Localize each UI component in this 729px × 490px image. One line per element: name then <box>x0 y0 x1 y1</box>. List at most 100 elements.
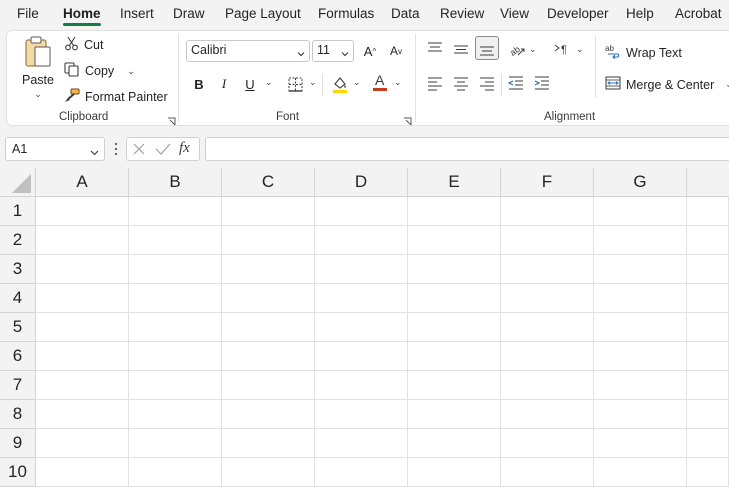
grid-cell[interactable] <box>687 255 729 284</box>
tab-draw[interactable]: Draw <box>173 6 205 21</box>
grid-cell[interactable] <box>315 197 408 226</box>
grid-cell[interactable] <box>408 284 501 313</box>
decrease-indent-icon[interactable] <box>507 74 525 92</box>
more-options-icon[interactable] <box>113 141 119 157</box>
tab-acrobat[interactable]: Acrobat <box>675 6 722 21</box>
row-header-3[interactable]: 3 <box>0 255 36 284</box>
tab-page-layout[interactable]: Page Layout <box>225 6 301 21</box>
grid-cell[interactable] <box>36 284 129 313</box>
grid-cell[interactable] <box>36 342 129 371</box>
grid-cell[interactable] <box>501 429 594 458</box>
grid-cell[interactable] <box>222 400 315 429</box>
row-header-5[interactable]: 5 <box>0 313 36 342</box>
grid-cell[interactable] <box>36 197 129 226</box>
italic-button[interactable]: I <box>213 73 235 95</box>
column-header-e[interactable]: E <box>408 168 501 197</box>
chevron-down-icon[interactable]: ⌄ <box>576 44 584 55</box>
grid-cell[interactable] <box>315 284 408 313</box>
row-header-4[interactable]: 4 <box>0 284 36 313</box>
grid-cell[interactable] <box>315 458 408 487</box>
column-header-partial[interactable] <box>687 168 729 197</box>
select-all-button[interactable] <box>0 168 36 197</box>
grid-cell[interactable] <box>129 197 222 226</box>
tab-view[interactable]: View <box>500 6 529 21</box>
grid-cell[interactable] <box>129 458 222 487</box>
paste-button[interactable]: Paste ⌄ <box>18 36 58 100</box>
grid-cell[interactable] <box>129 429 222 458</box>
grid-cell[interactable] <box>501 371 594 400</box>
tab-home[interactable]: Home <box>63 6 101 26</box>
grid-cell[interactable] <box>315 400 408 429</box>
grid-cell[interactable] <box>687 226 729 255</box>
grid-cell[interactable] <box>36 429 129 458</box>
grid-cell[interactable] <box>408 400 501 429</box>
row-header-2[interactable]: 2 <box>0 226 36 255</box>
grid-cell[interactable] <box>129 255 222 284</box>
grid-cell[interactable] <box>687 458 729 487</box>
increase-font-size-icon[interactable]: A ^ <box>359 40 381 62</box>
chevron-down-icon[interactable]: ⌄ <box>353 77 361 88</box>
font-size-select[interactable]: 11 <box>312 40 354 62</box>
grid-cell[interactable] <box>36 458 129 487</box>
text-direction-icon[interactable]: ¶ <box>553 40 571 58</box>
font-name-select[interactable]: Calibri <box>186 40 310 62</box>
column-header-f[interactable]: F <box>501 168 594 197</box>
tab-help[interactable]: Help <box>626 6 654 21</box>
grid-cell[interactable] <box>315 342 408 371</box>
align-bottom-icon[interactable] <box>475 36 499 60</box>
column-header-c[interactable]: C <box>222 168 315 197</box>
row-header-8[interactable]: 8 <box>0 400 36 429</box>
chevron-down-icon[interactable]: ⌄ <box>529 44 537 55</box>
grid-cell[interactable] <box>501 284 594 313</box>
grid-cell[interactable] <box>36 400 129 429</box>
decrease-font-size-icon[interactable]: Av <box>385 40 407 62</box>
grid-cell[interactable] <box>222 371 315 400</box>
tab-data[interactable]: Data <box>391 6 420 21</box>
row-header-9[interactable]: 9 <box>0 429 36 458</box>
align-middle-icon[interactable] <box>452 40 470 58</box>
grid-cell[interactable] <box>501 313 594 342</box>
grid-cell[interactable] <box>36 313 129 342</box>
copy-button[interactable]: Copy ⌄ <box>64 62 135 80</box>
grid-cell[interactable] <box>408 313 501 342</box>
grid-cell[interactable] <box>222 197 315 226</box>
grid-cell[interactable] <box>36 226 129 255</box>
grid-cell[interactable] <box>687 371 729 400</box>
wrap-text-button[interactable]: ab Wrap Text <box>605 43 682 62</box>
grid-cell[interactable] <box>408 458 501 487</box>
grid-cell[interactable] <box>501 400 594 429</box>
enter-icon[interactable] <box>155 142 171 159</box>
align-top-icon[interactable] <box>426 40 444 58</box>
column-header-a[interactable]: A <box>36 168 129 197</box>
chevron-down-icon[interactable]: ⌄ <box>394 77 402 88</box>
grid-cell[interactable] <box>594 197 687 226</box>
grid-cell[interactable] <box>408 197 501 226</box>
align-right-icon[interactable] <box>478 74 496 92</box>
tab-file[interactable]: File <box>17 6 39 21</box>
chevron-down-icon[interactable]: ⌄ <box>265 77 273 88</box>
grid-cell[interactable] <box>222 226 315 255</box>
cut-button[interactable]: Cut <box>64 36 103 54</box>
grid-cell[interactable] <box>36 255 129 284</box>
tab-review[interactable]: Review <box>440 6 484 21</box>
row-header-6[interactable]: 6 <box>0 342 36 371</box>
chevron-down-icon[interactable]: ⌄ <box>725 79 729 90</box>
grid-cell[interactable] <box>315 226 408 255</box>
grid-cell[interactable] <box>222 458 315 487</box>
column-header-g[interactable]: G <box>594 168 687 197</box>
dialog-launcher-icon[interactable] <box>403 114 412 126</box>
grid-cell[interactable] <box>408 371 501 400</box>
increase-indent-icon[interactable] <box>533 74 551 92</box>
grid-cell[interactable] <box>501 197 594 226</box>
cancel-icon[interactable] <box>132 142 146 159</box>
grid-cell[interactable] <box>315 429 408 458</box>
grid-cell[interactable] <box>594 429 687 458</box>
grid-cell[interactable] <box>594 255 687 284</box>
grid-cell[interactable] <box>594 342 687 371</box>
grid-cell[interactable] <box>687 284 729 313</box>
grid-cell[interactable] <box>129 313 222 342</box>
align-left-icon[interactable] <box>426 74 444 92</box>
grid-cell[interactable] <box>408 255 501 284</box>
grid-cell[interactable] <box>501 226 594 255</box>
borders-icon[interactable] <box>284 73 306 95</box>
